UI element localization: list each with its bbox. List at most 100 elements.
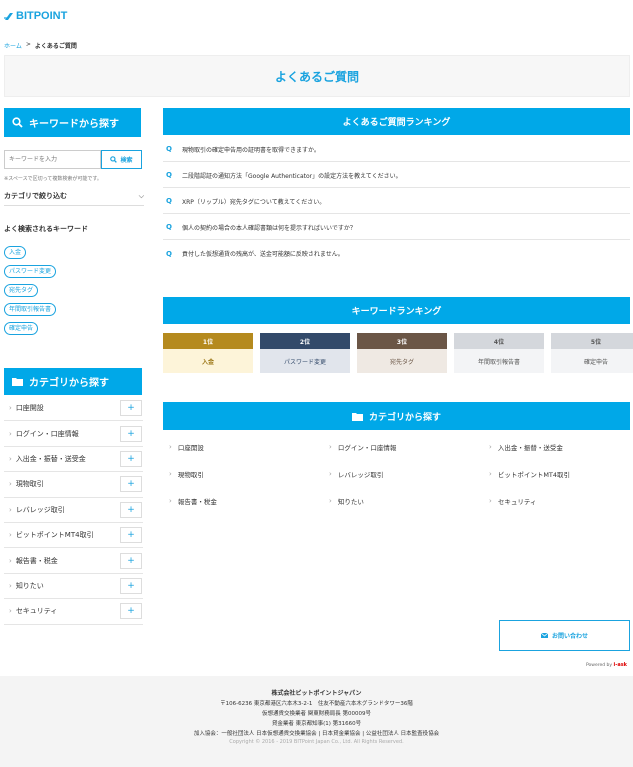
main-category-label: ビットポイントMT4取引 [497, 471, 571, 479]
main-category-title: カテゴリから探す [368, 412, 441, 423]
q-icon: Q [166, 197, 172, 205]
faq-item[interactable]: Q 二段階認証の通知方法「Google Authenticator」の設定方法を教… [163, 163, 630, 188]
expand-plus-icon[interactable]: + [120, 577, 142, 594]
keyword-ranking-title: キーワードランキング [163, 297, 630, 324]
sidebar-category-item[interactable]: › 入出金・振替・送受金 + [4, 447, 143, 473]
rank-keyword: 確定申告 [551, 349, 633, 373]
folder-icon [351, 412, 363, 421]
chevron-right-icon: › [9, 404, 12, 413]
contact-button[interactable]: お問い合わせ [499, 620, 630, 651]
sidebar-category-item[interactable]: › 報告書・税金 + [4, 548, 143, 574]
sidebar-category-item[interactable]: › 現物取引 + [4, 472, 143, 498]
expand-plus-icon[interactable]: + [120, 450, 142, 467]
mail-icon [540, 633, 548, 638]
main-category-item[interactable]: › ログイン・口座情報 [323, 441, 483, 453]
chevron-right-icon: › [9, 429, 12, 438]
keyword-ranking-cards: 1位 入金 2位 パスワード変更 3位 宛先タグ 4位 年間取引報告書 5位 確定申告 [163, 333, 633, 373]
sidebar-category-item[interactable]: › 口座開設 + [4, 396, 143, 422]
main-category-item[interactable]: › 現物取引 [163, 468, 323, 480]
folder-icon [12, 378, 23, 386]
keyword-rank-card[interactable]: 3位 宛先タグ [357, 333, 447, 373]
expand-plus-icon[interactable]: + [120, 476, 142, 493]
expand-plus-icon[interactable]: + [120, 425, 142, 442]
expand-plus-icon[interactable]: + [120, 501, 142, 518]
faq-question: 現物取引の確定申告用の証明書を取得できますか。 [182, 146, 320, 154]
page-title: よくあるご質問 [4, 55, 630, 97]
rank-label: 4位 [454, 333, 544, 349]
chevron-right-icon: › [169, 470, 172, 478]
main-category-item[interactable]: › レバレッジ取引 [323, 468, 483, 480]
keyword-tag[interactable]: 入金 [4, 246, 27, 259]
sidebar-category-item[interactable]: › セキュリティ + [4, 599, 143, 625]
faq-question: XRP（リップル）宛先タグについて教えてください。 [182, 198, 326, 206]
q-icon: Q [166, 249, 172, 258]
keyword-tag[interactable]: パスワード変更 [4, 265, 57, 278]
category-filter-dropdown[interactable]: カテゴリで絞り込む ⌵ [4, 191, 144, 206]
q-icon: Q [166, 223, 172, 231]
sidebar-category-item[interactable]: › 知りたい + [4, 574, 143, 600]
chevron-right-icon: › [329, 497, 332, 505]
logo-text: BITPOINT [16, 10, 68, 22]
powered-by-prefix: Powered by [586, 663, 613, 668]
breadcrumb: ホーム > よくあるご質問 [4, 41, 77, 50]
keyword-tag[interactable]: 年間取引報告書 [4, 303, 57, 316]
breadcrumb-home-link[interactable]: ホーム [4, 41, 22, 50]
footer-address: 〒106-6236 東京都港区六本木3-2-1 住友不動産六本木グランドタワー3… [220, 701, 413, 707]
footer: 株式会社ビットポイントジャパン 〒106-6236 東京都港区六本木3-2-1 … [0, 676, 633, 767]
sidebar-category-item[interactable]: › ビットポイントMT4取引 + [4, 523, 143, 549]
sidebar-category-item[interactable]: › ログイン・口座情報 + [4, 421, 143, 447]
chevron-down-icon: ⌵ [138, 191, 144, 200]
chevron-right-icon: › [329, 470, 332, 478]
rank-keyword: 入金 [163, 349, 253, 373]
main-category-item[interactable]: › 入出金・振替・送受金 [483, 441, 630, 453]
faq-question: 貢付した仮想通貨の残高が、送金可能額に反映されません。 [182, 251, 344, 258]
main-category-label: 入出金・振替・送受金 [497, 444, 563, 452]
main-category-item[interactable]: › 口座開設 [163, 441, 323, 453]
search-icon [110, 156, 118, 163]
faq-item[interactable]: Q 個人の契約の場合の本人確認書類は何を提示すればいいですか？ [163, 215, 630, 240]
sidebar-category-label: 口座開設 [15, 404, 44, 413]
main-category-label: レバレッジ取引 [337, 471, 384, 479]
main-category-item[interactable]: › 報告書・税金 [163, 495, 323, 507]
search-button[interactable]: 検索 [101, 150, 142, 169]
contact-button-label: お問い合わせ [551, 633, 588, 640]
keyword-search-header: キーワードから探す [4, 108, 141, 137]
faq-item[interactable]: Q XRP（リップル）宛先タグについて教えてください。 [163, 189, 630, 214]
footer-copyright: Copyright © 2016 - 2019 BITPoint Japan C… [229, 739, 404, 745]
expand-plus-icon[interactable]: + [120, 400, 142, 417]
footer-lending: 貸金業者 東京都知事(1) 第31660号 [271, 721, 362, 727]
rank-label: 3位 [357, 333, 447, 349]
main-category-item[interactable]: › ビットポイントMT4取引 [483, 468, 630, 480]
main-category-label: 報告書・税金 [177, 498, 217, 506]
main-category-item[interactable]: › セキュリティ [483, 495, 630, 507]
search-note: ※スペースで区切って複数検索が可能です。 [4, 176, 102, 182]
keyword-rank-card[interactable]: 5位 確定申告 [551, 333, 633, 373]
main-category-label: 知りたい [337, 498, 364, 506]
main-category-label: ログイン・口座情報 [337, 444, 397, 452]
rank-label: 5位 [551, 333, 633, 349]
search-button-label: 検索 [120, 157, 133, 164]
expand-plus-icon[interactable]: + [120, 603, 142, 620]
powered-by-brand: i-ask [613, 662, 627, 668]
search-input[interactable] [4, 150, 101, 169]
keyword-tag[interactable]: 宛先タグ [4, 284, 39, 297]
keyword-rank-card[interactable]: 4位 年間取引報告書 [454, 333, 544, 373]
faq-item[interactable]: Q 貢付した仮想通貨の残高が、送金可能額に反映されません。 [163, 241, 630, 266]
main-category-label: セキュリティ [497, 498, 537, 506]
sidebar-category-label: 報告書・税金 [15, 556, 58, 565]
q-icon: Q [166, 145, 172, 153]
keyword-rank-card[interactable]: 1位 入金 [163, 333, 253, 373]
bitpoint-logo[interactable]: BITPOINT [4, 10, 67, 22]
breadcrumb-separator: > [25, 41, 31, 48]
expand-plus-icon[interactable]: + [120, 527, 142, 544]
sidebar-category-item[interactable]: › レバレッジ取引 + [4, 498, 143, 523]
category-filter-label: カテゴリで絞り込む [4, 192, 67, 200]
chevron-right-icon: › [9, 480, 12, 489]
expand-plus-icon[interactable]: + [120, 552, 142, 569]
sidebar-category-title: カテゴリから探す [29, 378, 109, 389]
keyword-rank-card[interactable]: 2位 パスワード変更 [260, 333, 350, 373]
chevron-right-icon: › [489, 497, 492, 505]
faq-item[interactable]: Q 現物取引の確定申告用の証明書を取得できますか。 [163, 137, 630, 162]
keyword-tag[interactable]: 確定申告 [4, 322, 39, 335]
main-category-item[interactable]: › 知りたい [323, 495, 483, 507]
